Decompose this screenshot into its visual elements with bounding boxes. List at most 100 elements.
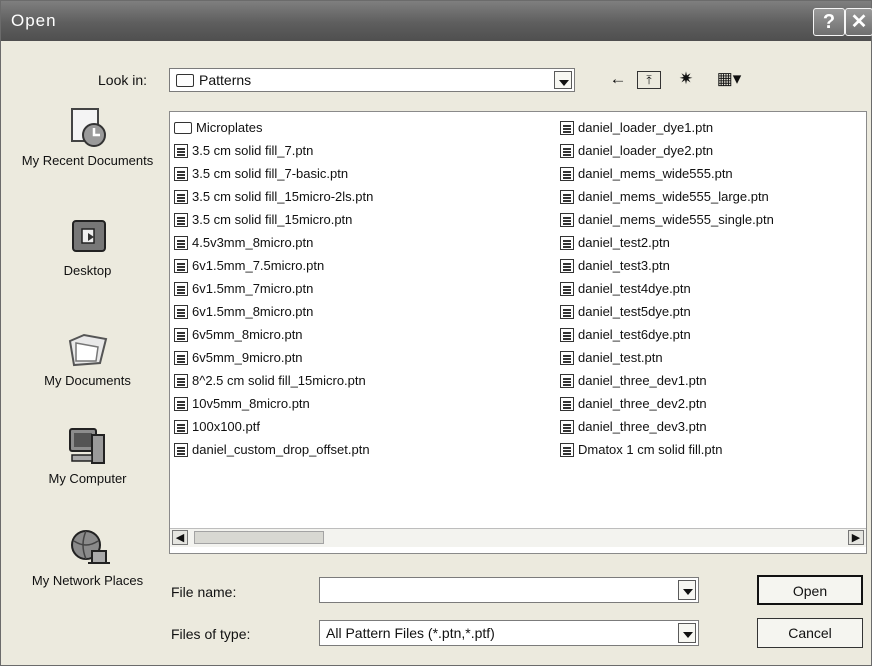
open-dialog: Open ? ✕ Look in: Patterns ← ⤒ ✷ ▦▾ My R… — [0, 0, 872, 666]
pattern-file-icon — [560, 258, 574, 273]
list-item[interactable]: daniel_custom_drop_offset.ptn — [174, 439, 370, 461]
list-item[interactable]: daniel_test2.ptn — [560, 232, 670, 254]
place-my-computer[interactable]: My Computer — [15, 425, 160, 486]
pattern-file-icon — [560, 373, 574, 388]
place-label: My Computer — [48, 471, 127, 486]
pattern-file-icon — [174, 304, 188, 319]
list-item[interactable]: 8^2.5 cm solid fill_15micro.ptn — [174, 370, 366, 392]
views-menu-icon[interactable]: ▦▾ — [709, 69, 749, 89]
list-item[interactable]: daniel_test4dye.ptn — [560, 278, 691, 300]
place-my-recent-documents[interactable]: My Recent Documents — [15, 107, 160, 168]
list-item[interactable]: 3.5 cm solid fill_7-basic.ptn — [174, 163, 348, 185]
pattern-file-icon — [560, 189, 574, 204]
my-computer-icon — [66, 425, 110, 467]
scroll-right-icon[interactable]: ▶ — [848, 530, 864, 545]
pattern-file-icon — [560, 166, 574, 181]
list-item[interactable]: daniel_loader_dye1.ptn — [560, 117, 713, 139]
look-in-label: Look in: — [98, 72, 148, 88]
cancel-button[interactable]: Cancel — [757, 618, 863, 648]
look-in-dropdown[interactable]: Patterns — [169, 68, 575, 92]
pattern-file-icon — [174, 212, 188, 227]
pattern-file-icon — [174, 235, 188, 250]
pattern-file-icon — [174, 189, 188, 204]
pattern-file-icon — [174, 166, 188, 181]
open-button[interactable]: Open — [757, 575, 863, 605]
my-documents-icon — [66, 327, 110, 369]
new-folder-icon[interactable]: ✷ — [673, 69, 699, 89]
list-item[interactable]: daniel_loader_dye2.ptn — [560, 140, 713, 162]
list-item[interactable]: daniel_three_dev2.ptn — [560, 393, 707, 415]
list-item[interactable]: daniel_mems_wide555.ptn — [560, 163, 733, 185]
title-bar[interactable]: Open ? ✕ — [1, 1, 872, 41]
list-item[interactable]: 3.5 cm solid fill_15micro.ptn — [174, 209, 352, 231]
list-item[interactable]: Dmatox 1 cm solid fill.ptn — [560, 439, 723, 461]
help-button[interactable]: ? — [813, 8, 845, 36]
place-label: My Network Places — [31, 573, 144, 588]
pattern-file-icon — [560, 235, 574, 250]
list-item[interactable]: 4.5v3mm_8micro.ptn — [174, 232, 313, 254]
look-in-value: Patterns — [199, 72, 252, 88]
list-item[interactable]: Microplates — [174, 117, 262, 139]
up-folder-icon[interactable]: ⤒ — [637, 71, 661, 89]
chevron-down-icon[interactable] — [678, 623, 696, 643]
pattern-file-icon — [560, 212, 574, 227]
close-button[interactable]: ✕ — [845, 8, 872, 36]
file-name-input[interactable] — [319, 577, 699, 603]
list-item[interactable]: 10v5mm_8micro.ptn — [174, 393, 310, 415]
list-item[interactable]: daniel_test5dye.ptn — [560, 301, 691, 323]
scroll-left-icon[interactable]: ◀ — [172, 530, 188, 545]
place-desktop[interactable]: Desktop — [15, 217, 160, 278]
pattern-file-icon — [560, 327, 574, 342]
pattern-file-icon — [560, 350, 574, 365]
pattern-file-icon — [174, 350, 188, 365]
pattern-file-icon — [560, 304, 574, 319]
folder-icon — [176, 73, 194, 87]
recent-documents-icon — [66, 107, 110, 149]
place-label: My Documents — [44, 373, 131, 388]
network-places-icon — [66, 527, 110, 569]
file-type-value: All Pattern Files (*.ptn,*.ptf) — [326, 625, 495, 641]
pattern-file-icon — [174, 419, 188, 434]
list-item[interactable]: 6v1.5mm_7micro.ptn — [174, 278, 313, 300]
chevron-down-icon[interactable] — [678, 580, 696, 600]
file-type-label: Files of type: — [171, 626, 251, 642]
place-my-documents[interactable]: My Documents — [15, 327, 160, 388]
back-icon[interactable]: ← — [607, 69, 629, 89]
pattern-file-icon — [174, 258, 188, 273]
list-item[interactable]: 3.5 cm solid fill_15micro-2ls.ptn — [174, 186, 373, 208]
list-item[interactable]: daniel_three_dev1.ptn — [560, 370, 707, 392]
place-my-network-places[interactable]: My Network Places — [15, 527, 160, 588]
list-item[interactable]: daniel_mems_wide555_single.ptn — [560, 209, 774, 231]
list-item[interactable]: 6v1.5mm_7.5micro.ptn — [174, 255, 324, 277]
file-list[interactable]: Microplates 3.5 cm solid fill_7.ptn 3.5 … — [169, 111, 867, 554]
list-item[interactable]: 6v5mm_9micro.ptn — [174, 347, 303, 369]
pattern-file-icon — [560, 281, 574, 296]
horizontal-scrollbar[interactable]: ◀ ▶ — [170, 528, 866, 547]
pattern-file-icon — [560, 143, 574, 158]
places-bar: My Recent Documents Desktop My Documents — [15, 107, 160, 637]
scrollbar-thumb[interactable] — [194, 531, 324, 544]
pattern-file-icon — [174, 281, 188, 296]
list-item[interactable]: daniel_test3.ptn — [560, 255, 670, 277]
list-item[interactable]: daniel_mems_wide555_large.ptn — [560, 186, 769, 208]
file-type-dropdown[interactable]: All Pattern Files (*.ptn,*.ptf) — [319, 620, 699, 646]
pattern-file-icon — [560, 419, 574, 434]
list-item[interactable]: 100x100.ptf — [174, 416, 260, 438]
pattern-file-icon — [560, 120, 574, 135]
pattern-file-icon — [560, 442, 574, 457]
folder-icon — [174, 121, 192, 134]
list-item[interactable]: 6v1.5mm_8micro.ptn — [174, 301, 313, 323]
dialog-title: Open — [11, 11, 57, 30]
pattern-file-icon — [560, 396, 574, 411]
list-item[interactable]: daniel_test.ptn — [560, 347, 663, 369]
list-item[interactable]: daniel_three_dev3.ptn — [560, 416, 707, 438]
list-item[interactable]: 6v5mm_8micro.ptn — [174, 324, 303, 346]
list-item[interactable]: 3.5 cm solid fill_7.ptn — [174, 140, 313, 162]
pattern-file-icon — [174, 143, 188, 158]
pattern-file-icon — [174, 396, 188, 411]
place-label: Desktop — [63, 263, 112, 278]
place-label: My Recent Documents — [21, 153, 154, 168]
list-item[interactable]: daniel_test6dye.ptn — [560, 324, 691, 346]
pattern-file-icon — [174, 373, 188, 388]
chevron-down-icon[interactable] — [554, 71, 572, 89]
